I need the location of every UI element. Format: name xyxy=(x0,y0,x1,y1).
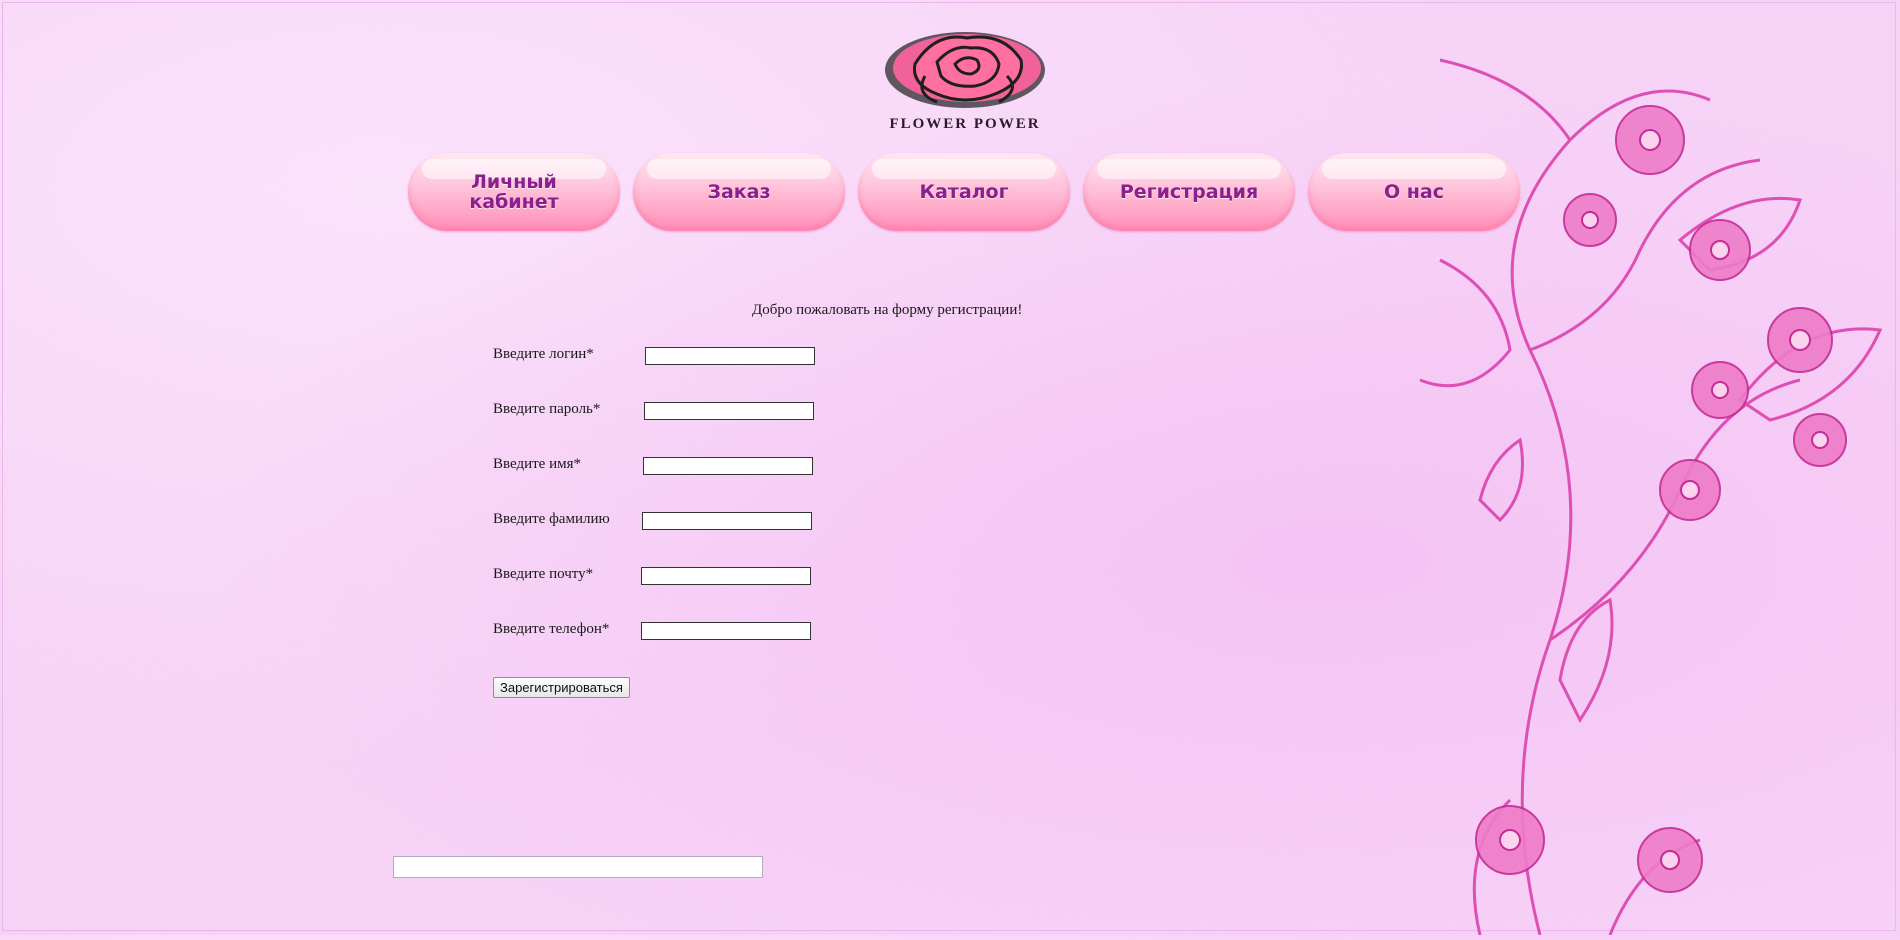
floral-decoration xyxy=(1380,20,1900,936)
welcome-text: Добро пожаловать на форму регистрации! xyxy=(752,302,1023,318)
register-button[interactable]: Зарегистрироваться xyxy=(493,677,630,698)
footer-input[interactable] xyxy=(393,856,763,878)
name-label: Введите имя* xyxy=(493,456,582,472)
email-label: Введите почту* xyxy=(493,566,594,582)
nav-order-label: Заказ xyxy=(707,181,771,203)
nav-registration-button[interactable]: Регистрация xyxy=(1083,153,1295,231)
nav-registration-label: Регистрация xyxy=(1119,181,1259,203)
site-logo[interactable]: FLOWER POWER xyxy=(875,24,1055,136)
email-input[interactable] xyxy=(641,567,811,585)
nav-order-button[interactable]: Заказ xyxy=(633,153,845,231)
password-input[interactable] xyxy=(644,402,814,420)
logo-text: FLOWER POWER xyxy=(889,116,1041,132)
password-label: Введите пароль* xyxy=(493,401,601,417)
nav-account-label: Личный кабинет xyxy=(469,171,559,213)
flower-ornament-icon xyxy=(1419,58,1883,936)
phone-label: Введите телефон* xyxy=(493,621,610,637)
nav-account-button[interactable]: Личный кабинет xyxy=(408,153,620,231)
name-input[interactable] xyxy=(643,457,813,475)
nav-catalog-button[interactable]: Каталог xyxy=(858,153,1070,231)
phone-input[interactable] xyxy=(641,622,811,640)
nav-catalog-label: Каталог xyxy=(919,181,1009,203)
surname-label: Введите фамилию xyxy=(493,511,610,527)
rose-icon xyxy=(885,32,1045,108)
surname-input[interactable] xyxy=(642,512,812,530)
login-input[interactable] xyxy=(645,347,815,365)
login-label: Введите логин* xyxy=(493,346,594,362)
